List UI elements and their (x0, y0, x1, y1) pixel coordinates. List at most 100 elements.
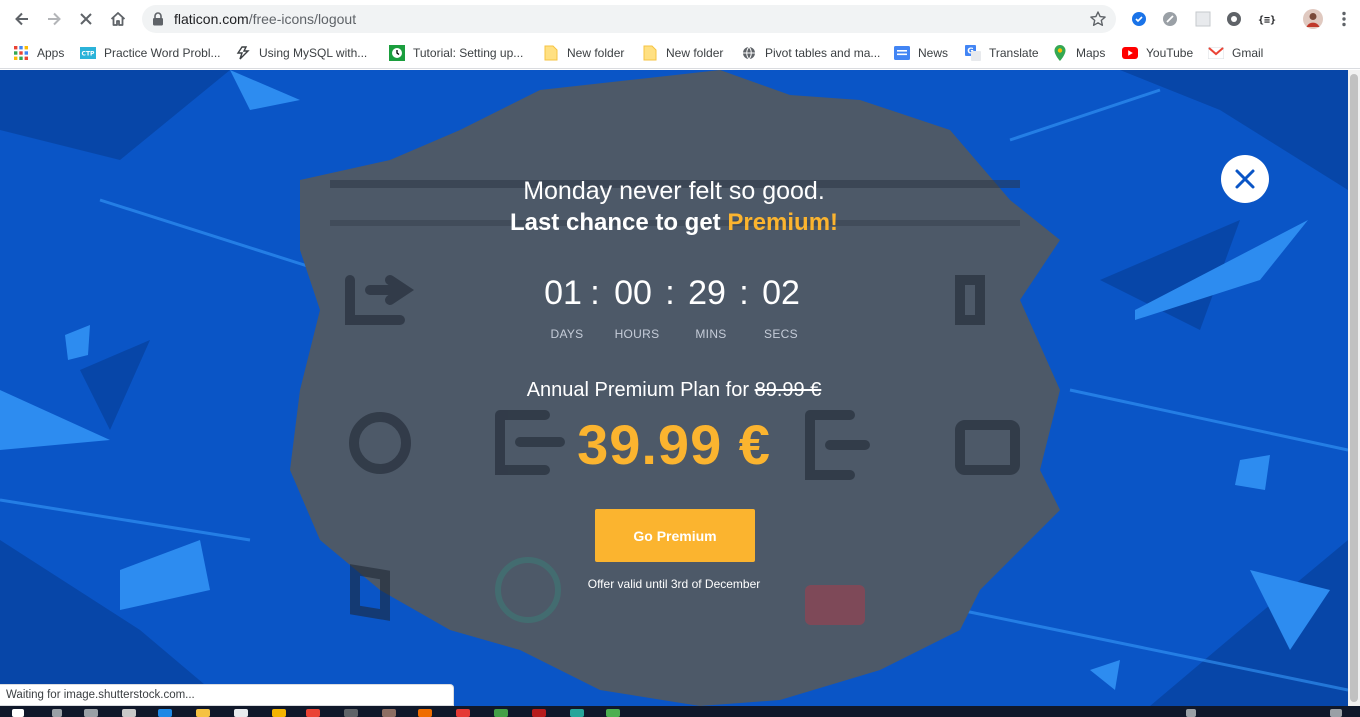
forward-button[interactable] (42, 7, 66, 31)
gmail-icon (1208, 45, 1224, 61)
store-icon[interactable] (234, 709, 248, 717)
bookmark-label: New folder (567, 46, 625, 60)
back-button[interactable] (10, 7, 34, 31)
start-icon[interactable] (12, 709, 24, 717)
countdown-secs: 02 (762, 274, 800, 312)
lock-icon (153, 12, 163, 26)
extension-json-icon[interactable]: {≡} (1256, 9, 1278, 29)
taskbar-app-icon[interactable] (456, 709, 470, 717)
countdown-mins: 29 (688, 274, 726, 312)
sale-price: 39.99 € (577, 413, 771, 476)
bookmark-maps[interactable]: Maps (1052, 43, 1105, 63)
plan-description: Annual Premium Plan for 89.99 € (0, 379, 1348, 402)
old-price: 89.99 € (754, 379, 822, 401)
bookmark-label: News (918, 46, 949, 60)
countdown-label-secs: SECS (764, 327, 798, 341)
windows-taskbar (0, 706, 1360, 717)
profile-avatar[interactable] (1303, 9, 1323, 29)
clock-icon (389, 45, 405, 61)
youtube-icon (1122, 45, 1138, 61)
taskbar-app-icon[interactable] (122, 709, 136, 717)
bookmark-new-folder-1[interactable]: New folder (543, 43, 624, 63)
bookmark-gmail[interactable]: Gmail (1208, 43, 1263, 63)
mail-icon[interactable] (272, 709, 286, 717)
edge-icon[interactable] (158, 709, 172, 717)
stop-loading-button[interactable] (74, 7, 98, 31)
bookmark-label: YouTube (1146, 46, 1194, 60)
taskbar-app-icon[interactable] (570, 709, 584, 717)
status-bar: Waiting for image.shutterstock.com... (0, 684, 454, 706)
close-x-icon (80, 13, 92, 25)
bookmark-label: Using MySQL with... (259, 46, 368, 60)
bookmark-label: Maps (1076, 46, 1106, 60)
taskbar-app-icon[interactable] (532, 709, 546, 717)
bookmark-label: Translate (989, 46, 1039, 60)
menu-kebab-icon[interactable] (1334, 9, 1354, 29)
taskbar-app-icon[interactable] (344, 709, 358, 717)
bookmark-star-icon[interactable] (1089, 10, 1107, 28)
plan-text: Annual Premium Plan for (526, 379, 755, 401)
home-button[interactable] (106, 7, 130, 31)
back-arrow-icon (15, 12, 28, 26)
extension-blue-icon[interactable] (1129, 9, 1149, 29)
translate-icon: G (965, 45, 981, 61)
bookmark-label: Apps (37, 46, 65, 60)
bookmark-news[interactable]: News (894, 43, 948, 63)
notification-icon[interactable] (1330, 709, 1342, 717)
home-icon (110, 12, 126, 26)
taskbar-app-icon[interactable] (418, 709, 432, 717)
extension-gray-icon[interactable] (1160, 9, 1180, 29)
bookmark-youtube[interactable]: YouTube (1122, 43, 1193, 63)
folder-icon (642, 45, 658, 61)
countdown-label-hours: HOURS (614, 327, 660, 341)
taskbar-app-icon[interactable] (494, 709, 508, 717)
apps-grid-icon (13, 45, 29, 61)
bookmarks-bar: Apps CTP Practice Word Probl... Using My… (0, 38, 1360, 69)
volume-icon[interactable] (1186, 709, 1196, 717)
bookmark-pivot-tables[interactable]: Pivot tables and ma... (741, 43, 880, 63)
bookmark-apps[interactable]: Apps (13, 43, 64, 63)
bookmark-label: Gmail (1232, 46, 1264, 60)
premium-highlight: Premium! (727, 209, 839, 236)
browser-toolbar: flaticon.com/free-icons/logout {≡} (0, 0, 1360, 38)
taskbar-app-icon[interactable] (606, 709, 620, 717)
bookmark-label: Practice Word Probl... (104, 46, 221, 60)
svg-text:CTP: CTP (82, 51, 95, 58)
bookmark-translate[interactable]: G Translate (965, 43, 1039, 63)
bookmark-tutorial[interactable]: Tutorial: Setting up... (389, 43, 523, 63)
google-news-icon (894, 45, 910, 61)
globe-icon (741, 45, 757, 61)
extension-film-icon[interactable] (1224, 9, 1244, 29)
scrollbar-thumb[interactable] (1350, 74, 1358, 702)
bookmark-new-folder-2[interactable]: New folder (642, 43, 723, 63)
bookmark-label: Pivot tables and ma... (765, 46, 881, 60)
promo-subheadline: Last chance to get Premium! (0, 209, 1348, 237)
forward-arrow-icon (48, 12, 61, 26)
subheadline-text: Last chance to get (509, 209, 728, 236)
countdown-label-mins: MINS (695, 327, 727, 341)
task-view-icon[interactable] (84, 709, 98, 717)
countdown-label-days: DAYS (550, 327, 584, 341)
bookmark-using-mysql[interactable]: Using MySQL with... (235, 43, 367, 63)
maps-icon (1052, 45, 1068, 61)
extension-grid-icon[interactable] (1193, 9, 1213, 29)
ctp-icon: CTP (80, 45, 96, 61)
countdown-timer: 01 : 00 : 29 : 02 (0, 274, 1348, 314)
url-text: flaticon.com/free-icons/logout (174, 11, 357, 27)
taskbar-app-icon[interactable] (382, 709, 396, 717)
svg-text:{≡}: {≡} (1258, 15, 1276, 26)
search-icon[interactable] (52, 709, 62, 717)
bookmark-practice-word[interactable]: CTP Practice Word Probl... (80, 43, 220, 63)
address-bar[interactable]: flaticon.com/free-icons/logout (142, 5, 1116, 33)
file-explorer-icon[interactable] (196, 709, 210, 717)
countdown-hours: 00 (614, 274, 652, 312)
bookmark-label: Tutorial: Setting up... (413, 46, 524, 60)
code-icon (235, 45, 251, 61)
offer-validity-note: Offer valid until 3rd of December (587, 577, 761, 591)
page-scrollbar[interactable] (1348, 70, 1360, 706)
go-premium-button[interactable]: Go Premium (595, 509, 755, 562)
promo-headline: Monday never felt so good. (523, 177, 825, 205)
chrome-icon[interactable] (306, 709, 320, 717)
folder-icon (543, 45, 559, 61)
bookmark-label: New folder (666, 46, 724, 60)
